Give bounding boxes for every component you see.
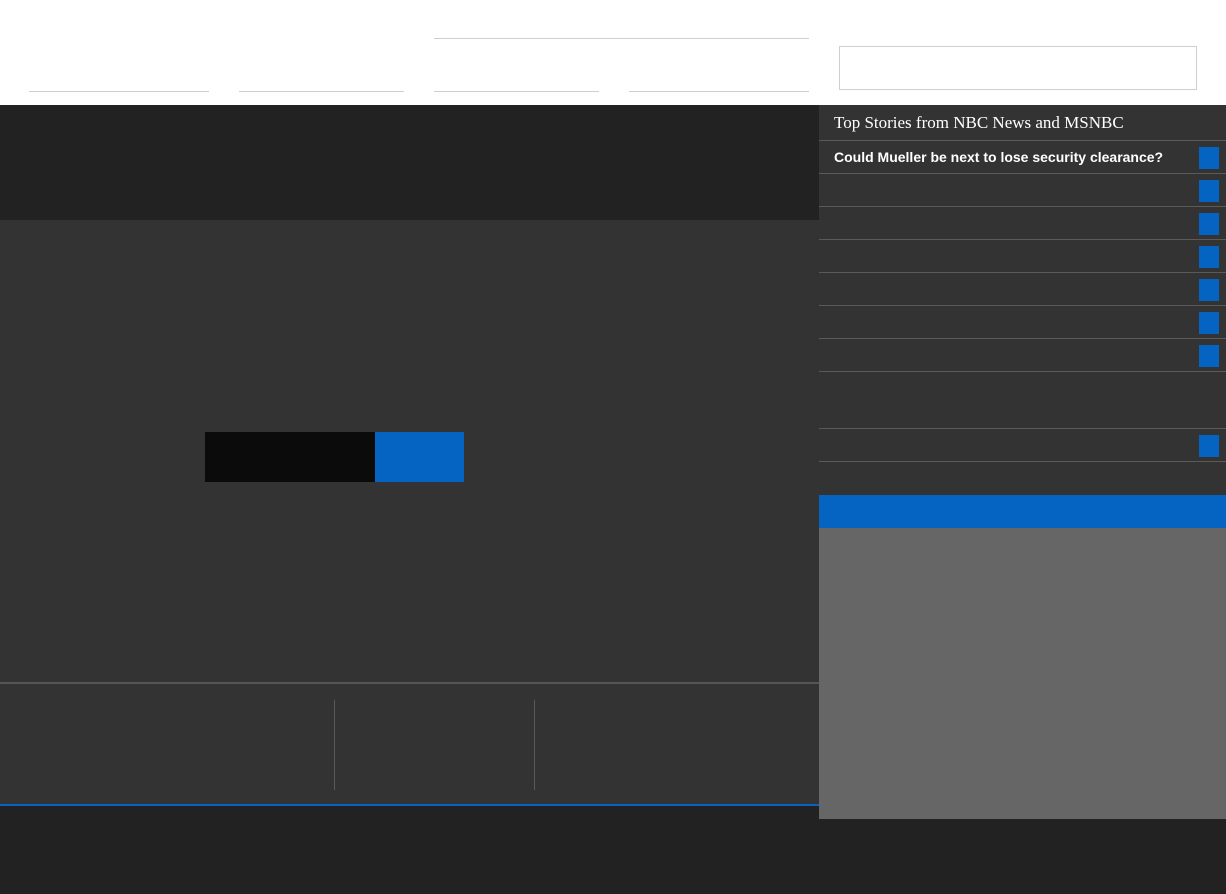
story-item[interactable] — [819, 429, 1226, 462]
panel-separator — [534, 700, 535, 790]
story-label[interactable]: Could Mueller be next to lose security c… — [834, 141, 1163, 174]
story-arrow-icon[interactable] — [1199, 180, 1219, 202]
story-item[interactable] — [819, 273, 1226, 306]
story-arrow-icon[interactable] — [1199, 213, 1219, 235]
page: Top Stories from NBC News and MSNBC Coul… — [0, 0, 1226, 894]
site-header — [0, 0, 1226, 105]
panel-separator — [334, 700, 335, 790]
story-item[interactable] — [819, 240, 1226, 273]
story-item[interactable] — [819, 372, 1226, 429]
story-item[interactable]: Could Mueller be next to lose security c… — [819, 141, 1226, 174]
play-button[interactable] — [375, 432, 464, 482]
nav-item-4[interactable] — [629, 91, 809, 92]
nav-item-3[interactable] — [434, 91, 599, 92]
story-arrow-icon[interactable] — [1199, 246, 1219, 268]
video-title-area — [0, 105, 819, 220]
story-arrow-icon[interactable] — [1199, 312, 1219, 334]
nav-item-1[interactable] — [29, 91, 209, 92]
story-arrow-icon[interactable] — [1199, 345, 1219, 367]
story-item[interactable] — [819, 339, 1226, 372]
accent-line — [0, 804, 819, 806]
ad-placeholder — [819, 528, 1226, 819]
nav-item-2[interactable] — [239, 91, 404, 92]
sidebar-title: Top Stories from NBC News and MSNBC — [819, 105, 1226, 141]
top-stories-sidebar: Top Stories from NBC News and MSNBC Coul… — [819, 105, 1226, 495]
story-arrow-icon[interactable] — [1199, 435, 1219, 457]
story-item[interactable] — [819, 207, 1226, 240]
nav-top-divider — [434, 38, 809, 39]
player-control-bar[interactable] — [205, 432, 375, 482]
search-input[interactable] — [839, 46, 1197, 90]
story-arrow-icon[interactable] — [1199, 147, 1219, 169]
story-arrow-icon[interactable] — [1199, 279, 1219, 301]
video-player[interactable] — [0, 220, 819, 682]
story-item[interactable] — [819, 306, 1226, 339]
story-item[interactable] — [819, 174, 1226, 207]
sidebar-accent-bar[interactable] — [819, 495, 1226, 528]
related-videos-panel — [0, 684, 819, 804]
